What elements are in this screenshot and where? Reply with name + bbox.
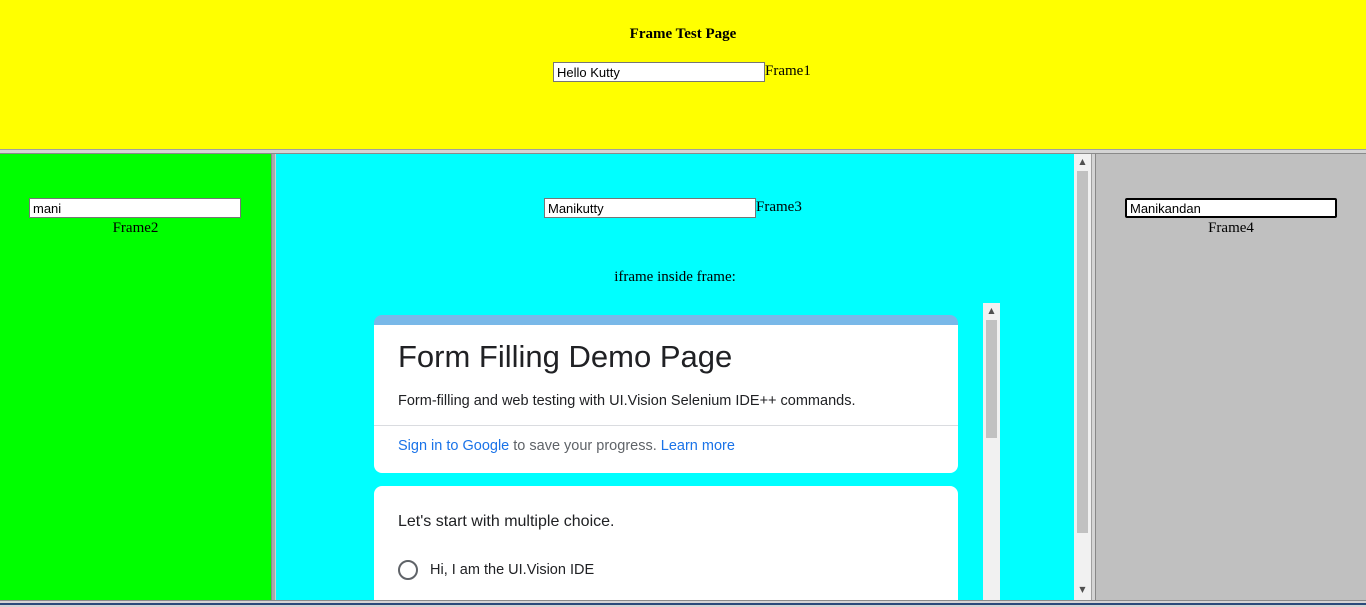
form-header-card: Form Filling Demo Page Form-filling and … <box>374 315 958 473</box>
frame2-label: Frame2 <box>112 220 159 236</box>
scroll-down-arrow-icon[interactable]: ▼ <box>1074 585 1091 594</box>
learn-more-link[interactable]: Learn more <box>661 438 735 454</box>
signin-row: Sign in to Google to save your progress.… <box>398 438 735 454</box>
page-title: Frame Test Page <box>629 26 737 42</box>
question-text: Let's start with multiple choice. <box>398 513 615 530</box>
frame3-input[interactable] <box>544 198 756 218</box>
inner-iframe: Form Filling Demo Page Form-filling and … <box>374 303 1000 600</box>
iframe-scrollbar[interactable]: ▲ <box>983 303 1000 600</box>
bottom-frame-border <box>0 600 1366 607</box>
frame1: Frame Test Page Frame1 <box>0 0 1366 149</box>
signin-text: to save your progress. <box>509 438 661 454</box>
frame4-input[interactable] <box>1125 198 1337 218</box>
frame3: Frame3 iframe inside frame: Form Filling… <box>276 154 1074 600</box>
frame2-input[interactable] <box>29 198 241 218</box>
form-title: Form Filling Demo Page <box>398 339 733 374</box>
frame3-scrollbar[interactable]: ▲ ▼ <box>1074 154 1091 600</box>
frame3-label: Frame3 <box>756 199 802 215</box>
scroll-up-arrow-icon[interactable]: ▲ <box>1074 157 1091 166</box>
frame4: Frame4 <box>1096 154 1366 600</box>
radio-unchecked-icon[interactable] <box>398 560 418 580</box>
frame2: Frame2 <box>0 154 271 600</box>
frame1-input[interactable] <box>553 62 765 82</box>
scroll-up-arrow-icon[interactable]: ▲ <box>983 306 1000 315</box>
signin-link[interactable]: Sign in to Google <box>398 438 509 454</box>
iframe-caption: iframe inside frame: <box>614 269 736 285</box>
frame4-label: Frame4 <box>1208 220 1254 236</box>
iframe-scrollbar-thumb[interactable] <box>986 320 997 438</box>
form-description: Form-filling and web testing with UI.Vis… <box>398 393 856 409</box>
frame1-label: Frame1 <box>765 63 811 79</box>
frame3-scrollbar-thumb[interactable] <box>1077 171 1088 533</box>
option1-label[interactable]: Hi, I am the UI.Vision IDE <box>430 562 594 578</box>
divider <box>374 425 958 426</box>
question-card: Let's start with multiple choice. Hi, I … <box>374 486 958 600</box>
